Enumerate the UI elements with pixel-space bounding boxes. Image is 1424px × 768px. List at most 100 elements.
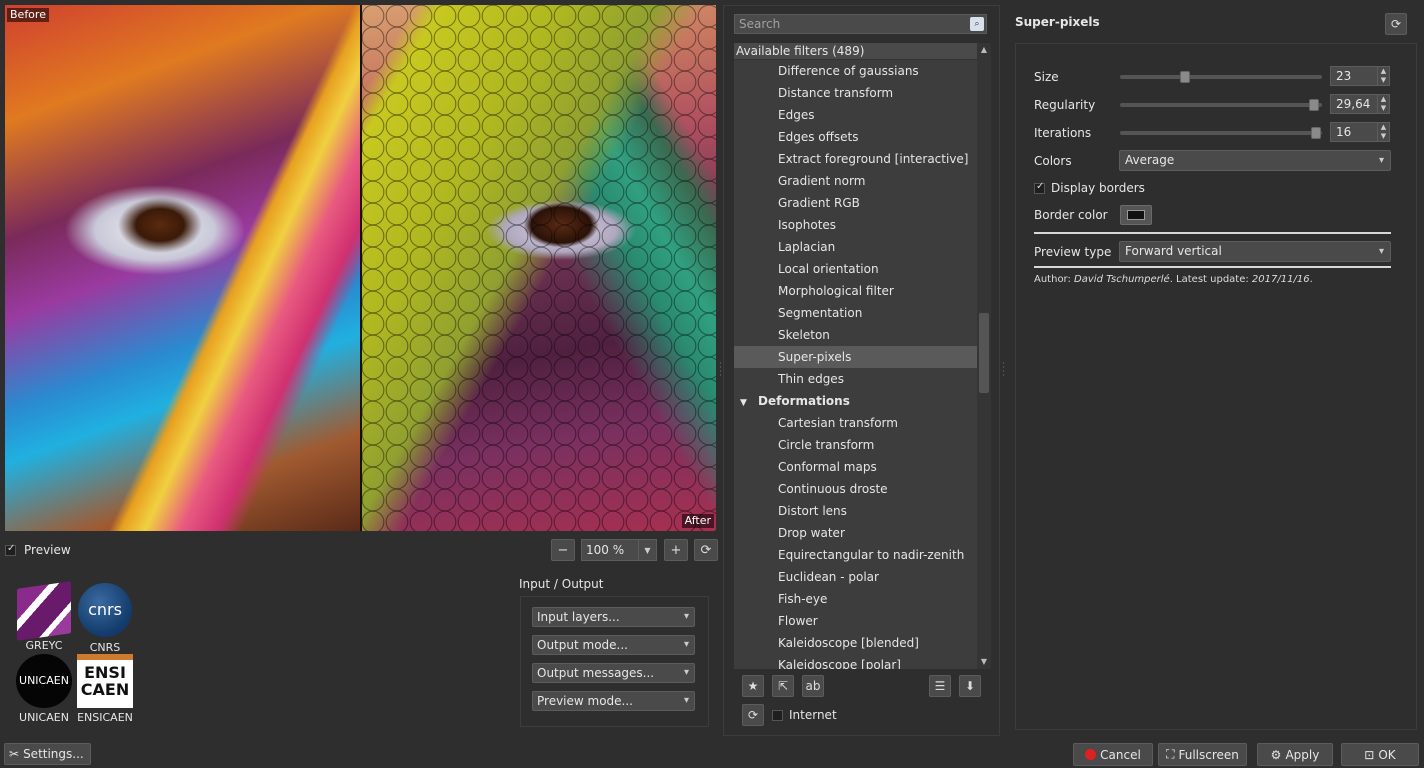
iterations-slider-handle[interactable] <box>1310 127 1321 139</box>
cancel-label: Cancel <box>1100 747 1141 762</box>
filter-item[interactable]: Euclidean - polar <box>734 566 977 588</box>
filter-item[interactable]: Conformal maps <box>734 456 977 478</box>
colors-combo[interactable]: Average <box>1119 150 1391 171</box>
zoom-value: 100 % <box>586 543 625 557</box>
filter-item-selected[interactable]: Super-pixels <box>734 346 977 368</box>
preview-type-combo[interactable]: Forward vertical <box>1119 241 1391 262</box>
preview-split-handle[interactable] <box>360 5 362 531</box>
filter-tree[interactable]: Available filters (489) Difference of ga… <box>734 43 991 669</box>
display-borders-toggle[interactable]: Display borders <box>1034 181 1145 195</box>
cancel-button[interactable]: Cancel <box>1073 743 1153 766</box>
filter-item[interactable]: Thin edges <box>734 368 977 390</box>
unicaen-logo[interactable]: UNICAEN UNICAEN <box>14 654 74 724</box>
regularity-slider-handle[interactable] <box>1308 99 1319 111</box>
internet-checkbox[interactable] <box>772 709 783 721</box>
spin-arrows-icon[interactable]: ▲ ▼ <box>1377 123 1389 141</box>
toggle-visibility-button[interactable]: ☰ <box>929 675 951 697</box>
output-mode-combo[interactable]: Output mode... <box>532 635 695 655</box>
scrollbar-thumb[interactable] <box>979 313 989 393</box>
display-borders-checkbox[interactable] <box>1034 181 1045 194</box>
filter-settings-panel: Super-pixels ⟳ Size 23 ▲ ▼ Regularity 29,… <box>1007 5 1417 736</box>
filter-list-scrollbar[interactable]: ▲ ▼ <box>977 43 991 669</box>
arrow-down-icon: ⬇ <box>964 679 976 693</box>
filter-item[interactable]: Difference of gaussians <box>734 60 977 82</box>
zoom-in-button[interactable]: + <box>664 539 688 561</box>
size-slider-handle[interactable] <box>1179 71 1190 83</box>
preview-toggle[interactable]: Preview <box>5 543 71 557</box>
filter-item[interactable]: Cartesian transform <box>734 412 977 434</box>
update-filters-button[interactable]: ⟳ <box>742 704 764 726</box>
scroll-up-icon[interactable]: ▲ <box>977 43 991 57</box>
filter-item[interactable]: Isophotes <box>734 214 977 236</box>
regularity-slider[interactable] <box>1120 99 1322 111</box>
cnrs-logo-image: cnrs <box>78 583 132 637</box>
filter-item[interactable]: Skeleton <box>734 324 977 346</box>
filter-item[interactable]: Morphological filter <box>734 280 977 302</box>
filter-item[interactable]: Edges offsets <box>734 126 977 148</box>
input-layers-combo[interactable]: Input layers... <box>532 607 695 627</box>
search-input[interactable]: Search ⌕ <box>734 14 987 34</box>
spin-arrows-icon[interactable]: ▲ ▼ <box>1377 67 1389 85</box>
filter-item[interactable]: Gradient norm <box>734 170 977 192</box>
ok-button[interactable]: ⊡ OK <box>1341 743 1419 766</box>
iterations-slider[interactable] <box>1120 127 1322 139</box>
border-color-button[interactable] <box>1120 205 1152 225</box>
ok-label: OK <box>1378 747 1396 762</box>
spin-arrows-icon[interactable]: ▲ ▼ <box>1377 95 1389 113</box>
expand-all-button[interactable]: ⬇ <box>959 675 981 697</box>
filter-item[interactable]: Distance transform <box>734 82 977 104</box>
refresh-icon: ⟳ <box>747 708 759 722</box>
filter-item[interactable]: Extract foreground [interactive] <box>734 148 977 170</box>
filter-item[interactable]: Fish-eye <box>734 588 977 610</box>
internet-toggle[interactable]: Internet <box>772 708 837 722</box>
search-icon[interactable]: ⌕ <box>970 17 984 31</box>
remove-fave-button[interactable]: ⇱ <box>772 675 794 697</box>
filter-item[interactable]: Circle transform <box>734 434 977 456</box>
add-favorite-icon: ★ <box>747 679 759 693</box>
filter-item[interactable]: Segmentation <box>734 302 977 324</box>
category-deformations[interactable]: ▼ Deformations <box>734 390 977 412</box>
fullscreen-button[interactable]: ⛶ Fullscreen <box>1158 743 1247 766</box>
preview-before-image <box>5 5 361 531</box>
iterations-spinbox[interactable]: 16 ▲ ▼ <box>1330 122 1390 142</box>
add-fave-button[interactable]: ★ <box>742 675 764 697</box>
preview-checkbox[interactable] <box>5 543 16 556</box>
filter-item[interactable]: Edges <box>734 104 977 126</box>
filter-item[interactable]: Laplacian <box>734 236 977 258</box>
right-splitter-handle[interactable]: · · · · <box>1002 360 1005 381</box>
filter-item[interactable]: Equirectangular to nadir-zenith <box>734 544 977 566</box>
preview-canvas[interactable]: Before After <box>5 5 716 531</box>
filter-item[interactable]: Distort lens <box>734 500 977 522</box>
reset-parameters-button[interactable]: ⟳ <box>1385 13 1407 35</box>
ensicaen-logo[interactable]: ENSI CAEN ENSICAEN <box>76 654 134 724</box>
filter-item[interactable]: Gradient RGB <box>734 192 977 214</box>
filter-item[interactable]: Kaleidoscope [polar] <box>734 654 977 669</box>
rename-fave-button[interactable]: ab <box>802 675 824 697</box>
preview-mode-combo[interactable]: Preview mode... <box>532 691 695 711</box>
filter-item[interactable]: Flower <box>734 610 977 632</box>
chevron-down-icon[interactable]: ▼ <box>638 540 656 560</box>
apply-button[interactable]: ⚙ Apply <box>1257 743 1333 766</box>
zoom-combo[interactable]: 100 % ▼ <box>581 539 657 561</box>
size-spinbox[interactable]: 23 ▲ ▼ <box>1330 66 1390 86</box>
greyc-logo[interactable]: GREYC <box>14 581 74 652</box>
available-filters-header: Available filters (489) <box>734 43 991 60</box>
settings-button[interactable]: ✂ Settings... <box>4 743 91 765</box>
separator <box>1034 266 1391 268</box>
size-slider[interactable] <box>1120 71 1322 83</box>
refresh-preview-button[interactable]: ⟳ <box>694 539 718 561</box>
filter-item[interactable]: Drop water <box>734 522 977 544</box>
filter-item[interactable]: Kaleidoscope [blended] <box>734 632 977 654</box>
filter-item[interactable]: Continuous droste <box>734 478 977 500</box>
zoom-out-button[interactable]: − <box>551 539 575 561</box>
unicaen-logo-image: UNICAEN <box>16 654 72 708</box>
author-prefix: Author: <box>1034 274 1075 285</box>
regularity-spinbox[interactable]: 29,64 ▲ ▼ <box>1330 94 1390 114</box>
size-label: Size <box>1034 70 1059 84</box>
scroll-down-icon[interactable]: ▼ <box>977 655 991 669</box>
expand-arrow-icon[interactable]: ▼ <box>740 392 758 414</box>
output-messages-combo[interactable]: Output messages... <box>532 663 695 683</box>
filter-item[interactable]: Local orientation <box>734 258 977 280</box>
left-splitter-handle[interactable]: · · · · <box>719 360 722 381</box>
cnrs-logo[interactable]: cnrs CNRS <box>76 583 134 654</box>
